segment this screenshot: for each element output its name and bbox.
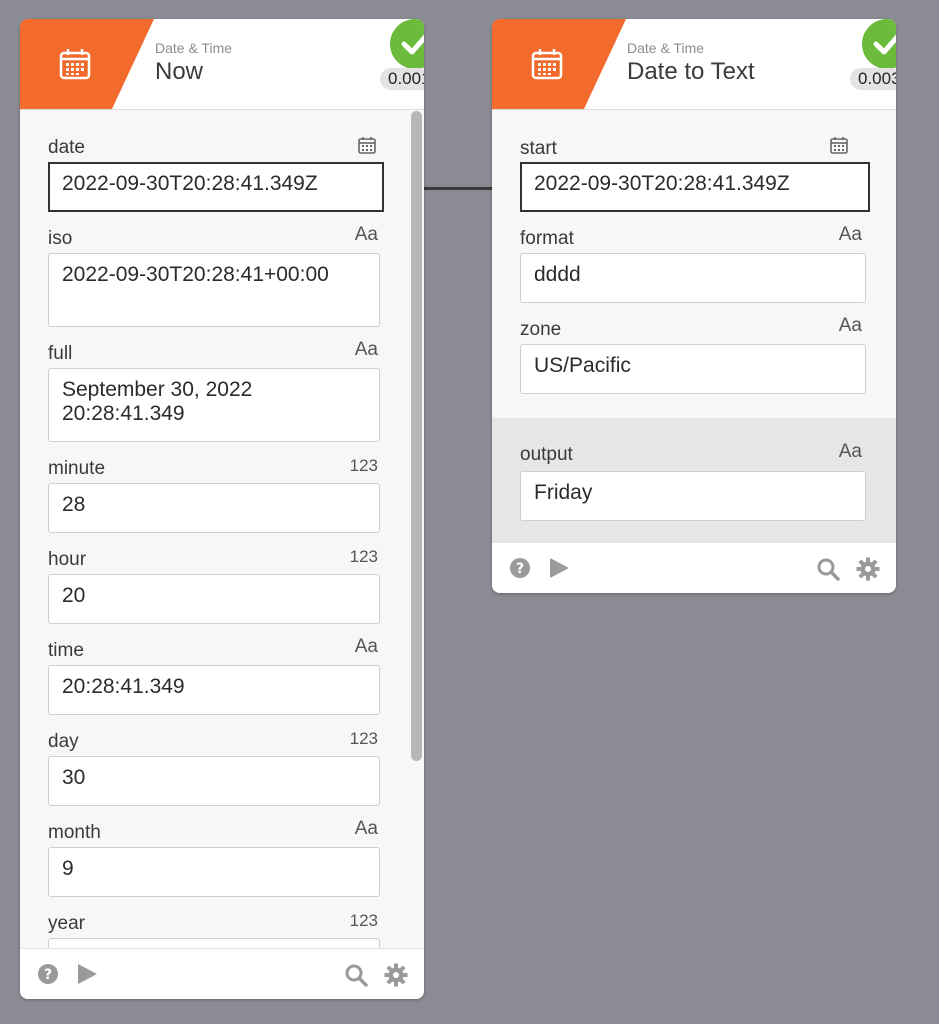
field-date: date 2022-09-30T20:28:41.349Z: [20, 110, 424, 212]
checkmark-icon: [873, 34, 896, 55]
field-label: output: [520, 444, 573, 465]
type-indicator: 123: [349, 911, 378, 930]
node-header[interactable]: Date & Time Date to Text 0.003s: [492, 19, 896, 110]
timing-value: 0.001: [388, 69, 424, 88]
type-indicator: Aa: [838, 441, 862, 462]
svg-text:?: ?: [516, 561, 524, 577]
scrollbar[interactable]: [411, 111, 422, 761]
field-iso: iso Aa 2022-09-30T20:28:41+00:00: [20, 201, 424, 327]
output-section: output Aa Friday: [492, 418, 896, 542]
field-label: hour: [48, 549, 87, 570]
execution-time: 0.003s: [850, 68, 896, 90]
help-icon[interactable]: ?: [37, 963, 59, 985]
type-indicator: Aa: [354, 636, 378, 657]
type-indicator: Aa: [838, 224, 862, 245]
field-day: day 123 30: [20, 704, 424, 806]
node-title: Date to Text: [627, 58, 755, 85]
node-title: Now: [155, 58, 204, 85]
field-label: minute: [48, 458, 106, 479]
field-label: full: [48, 343, 73, 364]
output-field[interactable]: Friday: [520, 471, 866, 521]
node-body: date 2022-09-30T20:28:41.349Z iso Aa 202…: [20, 110, 424, 988]
gear-icon[interactable]: [856, 557, 880, 581]
calendar-icon[interactable]: [358, 136, 376, 154]
play-icon[interactable]: [548, 557, 570, 579]
field-label: time: [48, 640, 84, 661]
field-label: date: [48, 137, 85, 158]
node-category: Date & Time: [155, 40, 233, 56]
type-indicator: Aa: [838, 315, 862, 336]
type-indicator: Aa: [354, 818, 378, 839]
node-footer: ?: [492, 542, 896, 593]
node-now[interactable]: Date & Time Now 0.001s date: [20, 19, 424, 999]
svg-text:?: ?: [44, 967, 52, 983]
field-label: iso: [48, 228, 73, 249]
type-indicator: 123: [349, 456, 378, 475]
execution-time: 0.001s: [380, 68, 424, 90]
field-label: day: [48, 731, 79, 752]
field-hour: hour 123 20: [20, 522, 424, 624]
calendar-icon: [59, 49, 91, 80]
field-start: start 2022-09-30T20:28:41.349Z: [492, 110, 896, 212]
field-label: zone: [520, 319, 562, 340]
gear-icon[interactable]: [384, 963, 408, 987]
status-badge: [390, 19, 424, 69]
field-output: output Aa Friday: [492, 418, 896, 521]
type-indicator: Aa: [354, 224, 378, 245]
type-indicator: Aa: [354, 339, 378, 360]
node-header[interactable]: Date & Time Now 0.001s: [20, 19, 424, 110]
field-time: time Aa 20:28:41.349: [20, 613, 424, 715]
field-label: format: [520, 228, 574, 249]
type-indicator: 123: [349, 547, 378, 566]
node-category: Date & Time: [627, 40, 705, 56]
calendar-icon[interactable]: [830, 136, 848, 154]
zone-input[interactable]: US/Pacific: [520, 344, 866, 394]
calendar-icon: [531, 49, 563, 80]
checkmark-icon: [401, 34, 424, 55]
field-format: format Aa dddd: [492, 201, 896, 303]
node-body: start 2022-09-30T20:28:41.349Z format Aa…: [492, 110, 896, 394]
node-date-to-text[interactable]: Date & Time Date to Text 0.003s start: [492, 19, 896, 593]
status-badge: [862, 19, 896, 69]
flow-canvas[interactable]: Date & Time Now 0.001s date: [0, 0, 939, 1024]
field-label: year: [48, 913, 85, 934]
field-minute: minute 123 28: [20, 431, 424, 533]
timing-value: 0.003: [858, 69, 896, 88]
play-icon[interactable]: [76, 963, 98, 985]
type-indicator: 123: [349, 729, 378, 748]
field-label: month: [48, 822, 101, 843]
node-icon-block: [20, 19, 154, 109]
field-full: full Aa September 30, 2022 20:28:41.349: [20, 316, 424, 442]
help-icon[interactable]: ?: [509, 557, 531, 579]
field-zone: zone Aa US/Pacific: [492, 292, 896, 394]
node-footer: ?: [20, 948, 424, 999]
search-icon[interactable]: [816, 557, 840, 581]
field-month: month Aa 9: [20, 795, 424, 897]
field-label: start: [520, 138, 557, 159]
node-icon-block: [492, 19, 626, 109]
search-icon[interactable]: [344, 963, 368, 987]
